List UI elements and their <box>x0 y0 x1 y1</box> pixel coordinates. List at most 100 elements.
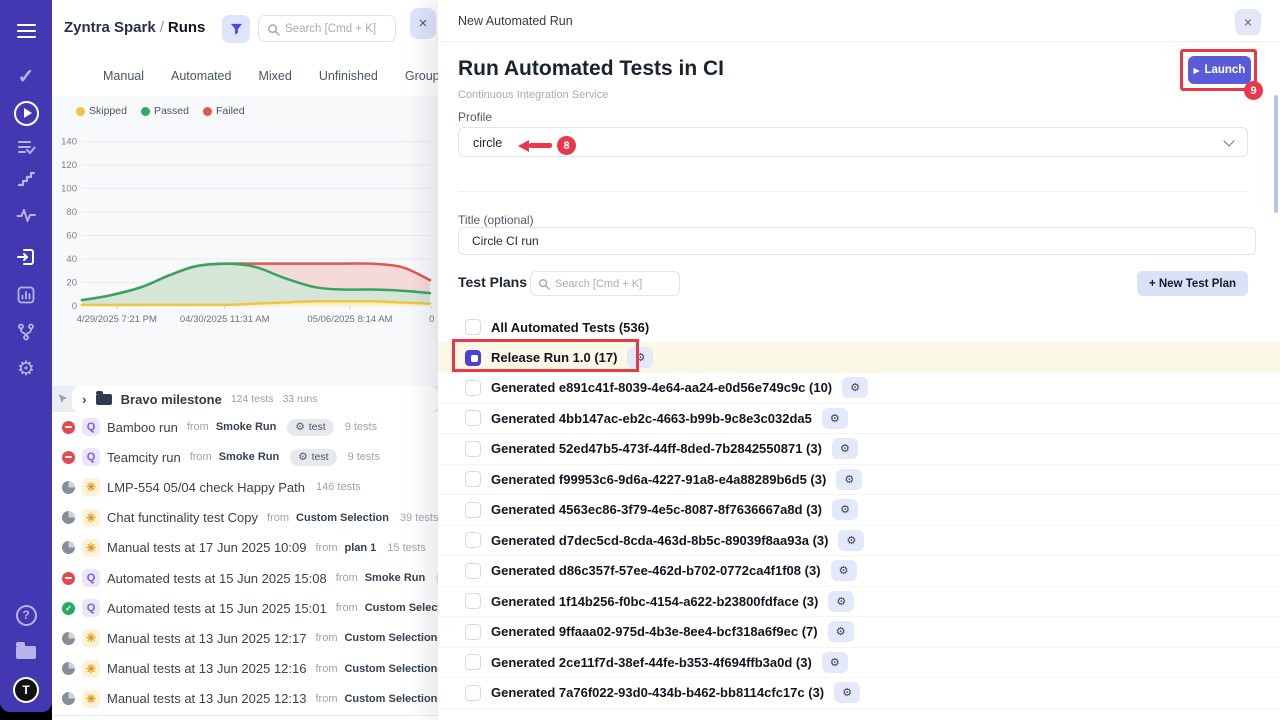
search-input[interactable] <box>285 16 393 41</box>
sidebar-item-import[interactable] <box>10 241 42 273</box>
generated-plan-row[interactable]: Generated 4563ec86-3f79-4e5c-8087-8f7636… <box>438 495 1280 526</box>
milestone-strip: › Bravo milestone 124 tests 33 runs <box>52 386 438 412</box>
checkbox-checked[interactable] <box>465 350 481 366</box>
test-plans-search-input[interactable] <box>555 272 675 295</box>
modal-close-button[interactable]: × <box>1235 9 1261 35</box>
plan-settings-button[interactable]: ⚙ <box>838 530 864 551</box>
generated-plan-row[interactable]: Generated 9ffaaa02-975d-4b3e-8ee4-bcf318… <box>438 617 1280 648</box>
menu-button[interactable] <box>10 15 42 47</box>
plan-settings-button[interactable]: ⚙ <box>828 591 854 612</box>
profile-select[interactable]: circle <box>458 127 1248 157</box>
sidebar-item-branches[interactable] <box>10 316 42 348</box>
svg-text:0: 0 <box>429 314 434 325</box>
checkbox-unchecked[interactable] <box>465 380 481 396</box>
run-type-icon: ✳ <box>82 478 100 496</box>
user-avatar[interactable]: T <box>10 674 42 706</box>
checkbox-unchecked[interactable] <box>465 502 481 518</box>
generated-plan-row[interactable]: Generated e891c41f-8039-4e64-aa24-e0d56e… <box>438 373 1280 404</box>
tab-groups[interactable]: Groups <box>405 69 438 83</box>
checkbox-unchecked[interactable] <box>465 410 481 426</box>
sidebar-item-settings[interactable]: ⚙ <box>10 352 42 384</box>
checkbox-unchecked[interactable] <box>465 471 481 487</box>
checkbox-unchecked[interactable] <box>465 593 481 609</box>
tab-mixed[interactable]: Mixed <box>258 69 291 83</box>
run-title: Automated tests at 15 Jun 2025 15:01 <box>107 601 327 616</box>
generated-plan-row[interactable]: Generated 52ed47b5-473f-44ff-8ded-7b2842… <box>438 434 1280 465</box>
breadcrumb-project[interactable]: Zyntra Spark <box>64 19 156 36</box>
svg-text:20: 20 <box>66 277 77 288</box>
sidebar-item-help[interactable]: ? <box>10 599 42 631</box>
launch-button[interactable]: ▶ Launch <box>1188 56 1251 84</box>
folder-icon <box>16 646 36 659</box>
run-status-icon <box>62 421 75 434</box>
sidebar-item-pulse[interactable] <box>10 199 42 231</box>
checkbox-unchecked[interactable] <box>465 624 481 640</box>
sidebar-item-tests[interactable]: ✓ <box>10 60 42 92</box>
generated-plan-row[interactable]: Generated 1f14b256-f0bc-4154-a622-b23800… <box>438 587 1280 618</box>
checkbox-unchecked[interactable] <box>465 441 481 457</box>
plan-row-all[interactable]: All Automated Tests (536) <box>438 312 1280 342</box>
run-from-label: from <box>336 572 358 584</box>
gear-icon: ⚙ <box>636 351 646 364</box>
title-input[interactable] <box>458 227 1256 255</box>
generated-plan-row[interactable]: Generated d7dec5cd-8cda-463d-8b5c-89039f… <box>438 526 1280 557</box>
run-list-item[interactable]: Q Teamcity run from Smoke Run ⚙test 9 te… <box>52 442 438 472</box>
run-type-icon: Q <box>82 569 100 587</box>
checkbox-unchecked[interactable] <box>465 654 481 670</box>
tab-automated[interactable]: Automated <box>171 69 231 83</box>
plan-settings-button[interactable]: ⚙ <box>822 408 848 429</box>
run-list-item[interactable]: ✳ Manual tests at 17 Jun 2025 10:09 from… <box>52 533 438 563</box>
plan-settings-button[interactable]: ⚙ <box>831 560 857 581</box>
milestone-tests-count: 124 tests <box>231 393 274 405</box>
plan-settings-button[interactable]: ⚙ <box>627 347 653 368</box>
run-list-item[interactable]: ✳ Manual tests at 13 Jun 2025 12:13 from… <box>52 684 438 714</box>
gear-icon: ⚙ <box>839 564 849 577</box>
sidebar-item-projects[interactable] <box>10 636 42 668</box>
run-list-item[interactable]: Q Automated tests at 15 Jun 2025 15:08 f… <box>52 563 438 593</box>
plan-settings-button[interactable]: ⚙ <box>836 469 862 490</box>
generated-plan-row[interactable]: Generated f99953c6-9d6a-4227-91a8-e4a882… <box>438 465 1280 496</box>
run-list-item[interactable]: ✳ Manual tests at 13 Jun 2025 12:16 from… <box>52 654 438 684</box>
checkbox-unchecked[interactable] <box>465 685 481 701</box>
run-list-item[interactable]: ✳ Manual tests at 13 Jun 2025 12:17 from… <box>52 623 438 653</box>
generated-plan-row[interactable]: Generated d86c357f-57ee-462d-b702-0772ca… <box>438 556 1280 587</box>
milestone-row[interactable]: › Bravo milestone 124 tests 33 runs <box>72 386 438 412</box>
checkbox-unchecked[interactable] <box>465 563 481 579</box>
filter-button[interactable] <box>222 15 250 43</box>
run-source: Smoke Run <box>216 421 277 433</box>
plan-settings-button[interactable]: ⚙ <box>822 652 848 673</box>
checkbox-unchecked[interactable] <box>465 319 481 335</box>
plan-settings-button[interactable]: ⚙ <box>834 682 860 703</box>
breadcrumb: Zyntra Spark/Runs <box>64 19 205 36</box>
new-automated-run-modal: New Automated Run × Run Automated Tests … <box>438 0 1280 720</box>
run-status-icon <box>62 572 75 585</box>
generated-plan-row[interactable]: Generated 2ce11f7d-38ef-44fe-b353-4f694f… <box>438 648 1280 679</box>
sidebar-item-analytics[interactable] <box>10 279 42 311</box>
run-list-item[interactable]: ✳ LMP-554 05/04 check Happy Path 146 tes… <box>52 472 438 502</box>
sidebar-item-runs[interactable] <box>10 97 42 129</box>
sidebar-item-steps[interactable] <box>10 163 42 195</box>
checkbox-unchecked[interactable] <box>465 532 481 548</box>
run-list-item[interactable]: ✳ Chat functinality test Copy from Custo… <box>52 503 438 533</box>
plan-settings-button[interactable]: ⚙ <box>842 377 868 398</box>
new-test-plan-button[interactable]: + New Test Plan <box>1137 271 1248 296</box>
run-list-item[interactable]: Q Bamboo run from Smoke Run ⚙test 9 test… <box>52 412 438 442</box>
plan-row-selected[interactable]: Release Run 1.0 (17) ⚙ <box>438 342 1280 373</box>
tab-unfinished[interactable]: Unfinished <box>319 69 378 83</box>
run-list-item[interactable]: ✓ Q Automated tests at 15 Jun 2025 15:01… <box>52 593 438 623</box>
run-from-label: from <box>315 663 337 675</box>
expand-chevron-icon[interactable]: › <box>82 392 87 406</box>
plan-settings-button[interactable]: ⚙ <box>828 621 854 642</box>
run-badge[interactable]: ⚙test <box>290 449 336 466</box>
run-type-icon: Q <box>82 599 100 617</box>
run-badge-label: test <box>309 421 326 433</box>
plan-settings-button[interactable]: ⚙ <box>832 438 858 459</box>
generated-plan-row[interactable]: Generated 4bb147ac-eb2c-4663-b99b-9c8e3c… <box>438 404 1280 435</box>
sidebar-item-test-plans[interactable] <box>10 131 42 163</box>
plan-settings-button[interactable]: ⚙ <box>832 499 858 520</box>
generated-plan-row[interactable]: Generated 7a76f022-93d0-434b-b462-bb8114… <box>438 678 1280 709</box>
scrollbar-thumb[interactable] <box>1274 95 1278 213</box>
run-badge[interactable]: ⚙test <box>287 419 333 436</box>
tab-manual[interactable]: Manual <box>103 69 144 83</box>
panel-close-button[interactable]: × <box>410 8 436 39</box>
